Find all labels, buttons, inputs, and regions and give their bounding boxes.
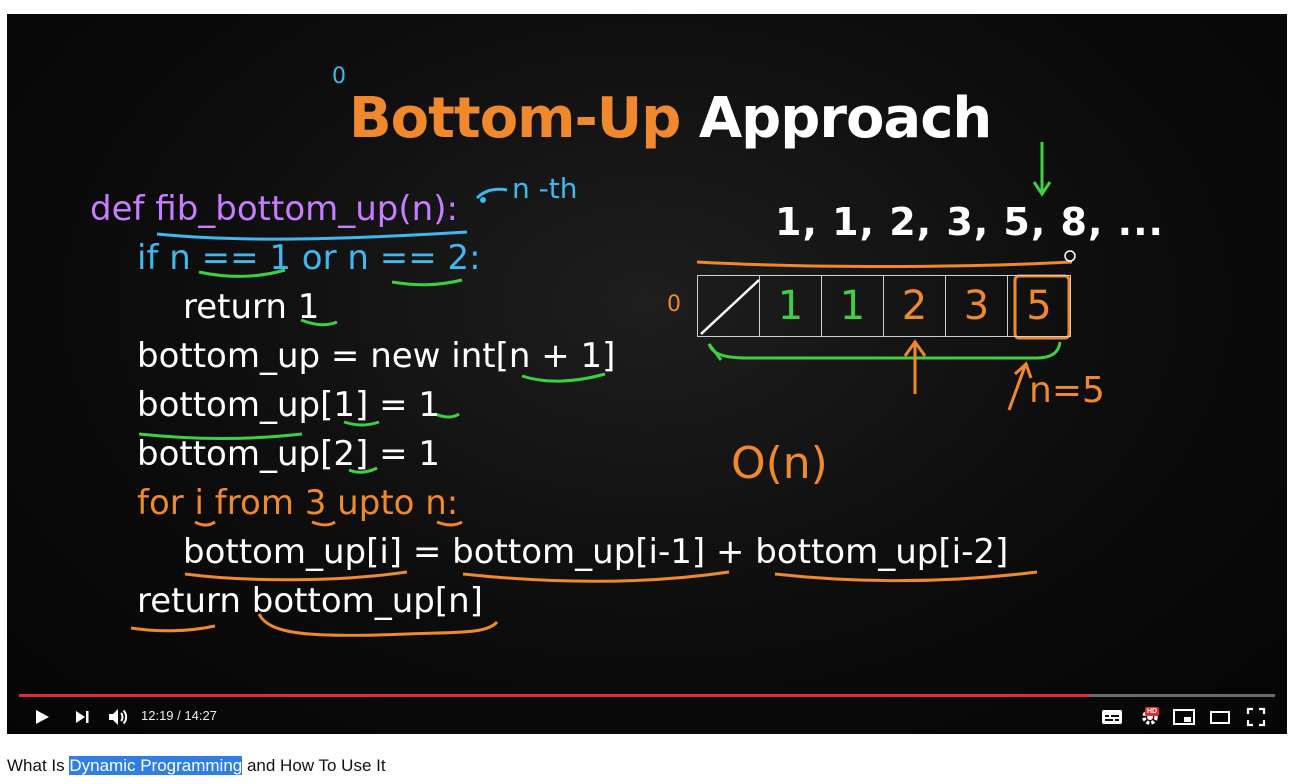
- memo-array: 1 1 2 3 5: [697, 275, 1071, 337]
- video-title[interactable]: What Is Dynamic Programming and How To U…: [7, 756, 386, 776]
- volume-button[interactable]: [105, 704, 131, 730]
- fullscreen-icon: [1246, 707, 1266, 727]
- play-icon: [36, 710, 49, 724]
- theater-mode-button[interactable]: [1207, 704, 1233, 730]
- code-line-return-result: return bottom_up[n]: [137, 581, 483, 621]
- annotation-zero-top: 0: [332, 64, 346, 89]
- code-line-base-one: bottom_up[1] = 1: [137, 385, 440, 425]
- video-title-highlight: Dynamic Programming: [69, 756, 243, 775]
- miniplayer-icon: [1173, 709, 1195, 725]
- code-line-for: for i from 3 upto n:: [137, 483, 459, 523]
- hd-badge: HD: [1145, 707, 1160, 716]
- array-cell: [698, 276, 760, 336]
- video-frame[interactable]: Bottom-Up Approach def fib_bottom_up(n):…: [7, 14, 1287, 684]
- array-cell: 5: [1026, 283, 1052, 329]
- miniplayer-button[interactable]: [1171, 704, 1197, 730]
- player-controls: 12:19 / 14:27 HD: [7, 699, 1287, 734]
- annotation-complexity: O(n): [731, 438, 828, 489]
- volume-icon: [109, 709, 128, 725]
- array-cell: 2: [884, 276, 946, 336]
- time-display: 12:19 / 14:27: [141, 708, 217, 723]
- code-line-return-one: return 1: [183, 287, 320, 327]
- code-block: def fib_bottom_up(n): if n == 1 or n == …: [7, 14, 1008, 664]
- video-title-suffix: and How To Use It: [242, 756, 386, 775]
- theater-icon: [1210, 711, 1230, 724]
- code-line-if: if n == 1 or n == 2:: [137, 238, 481, 278]
- array-cell: 1: [822, 276, 884, 336]
- annotation-zero-left: 0: [667, 292, 681, 317]
- subtitles-button[interactable]: [1099, 704, 1125, 730]
- video-player[interactable]: Bottom-Up Approach def fib_bottom_up(n):…: [7, 14, 1287, 734]
- settings-button[interactable]: HD: [1135, 704, 1165, 730]
- progress-bar[interactable]: [19, 694, 1275, 697]
- array-cell: 3: [946, 276, 1008, 336]
- code-line-recurrence: bottom_up[i] = bottom_up[i-1] + bottom_u…: [183, 532, 1009, 572]
- play-button[interactable]: [29, 704, 55, 730]
- code-line-def: def fib_bottom_up(n):: [90, 189, 458, 229]
- array-cell: 1: [760, 276, 822, 336]
- subtitles-icon: [1102, 710, 1122, 724]
- fibonacci-sequence: 1, 1, 2, 3, 5, 8, ...: [775, 200, 1164, 244]
- fullscreen-button[interactable]: [1243, 704, 1269, 730]
- code-line-base-two: bottom_up[2] = 1: [137, 434, 440, 474]
- video-title-prefix: What Is: [7, 756, 70, 775]
- code-line-array-init: bottom_up = new int[n + 1]: [137, 336, 616, 376]
- next-icon: [76, 711, 89, 723]
- progress-fill: [19, 694, 1090, 697]
- next-button[interactable]: [69, 704, 95, 730]
- slide-title-rest: Approach: [698, 86, 992, 151]
- annotation-n-equals: n=5: [1029, 370, 1105, 411]
- annotation-nth: n -th: [512, 172, 578, 205]
